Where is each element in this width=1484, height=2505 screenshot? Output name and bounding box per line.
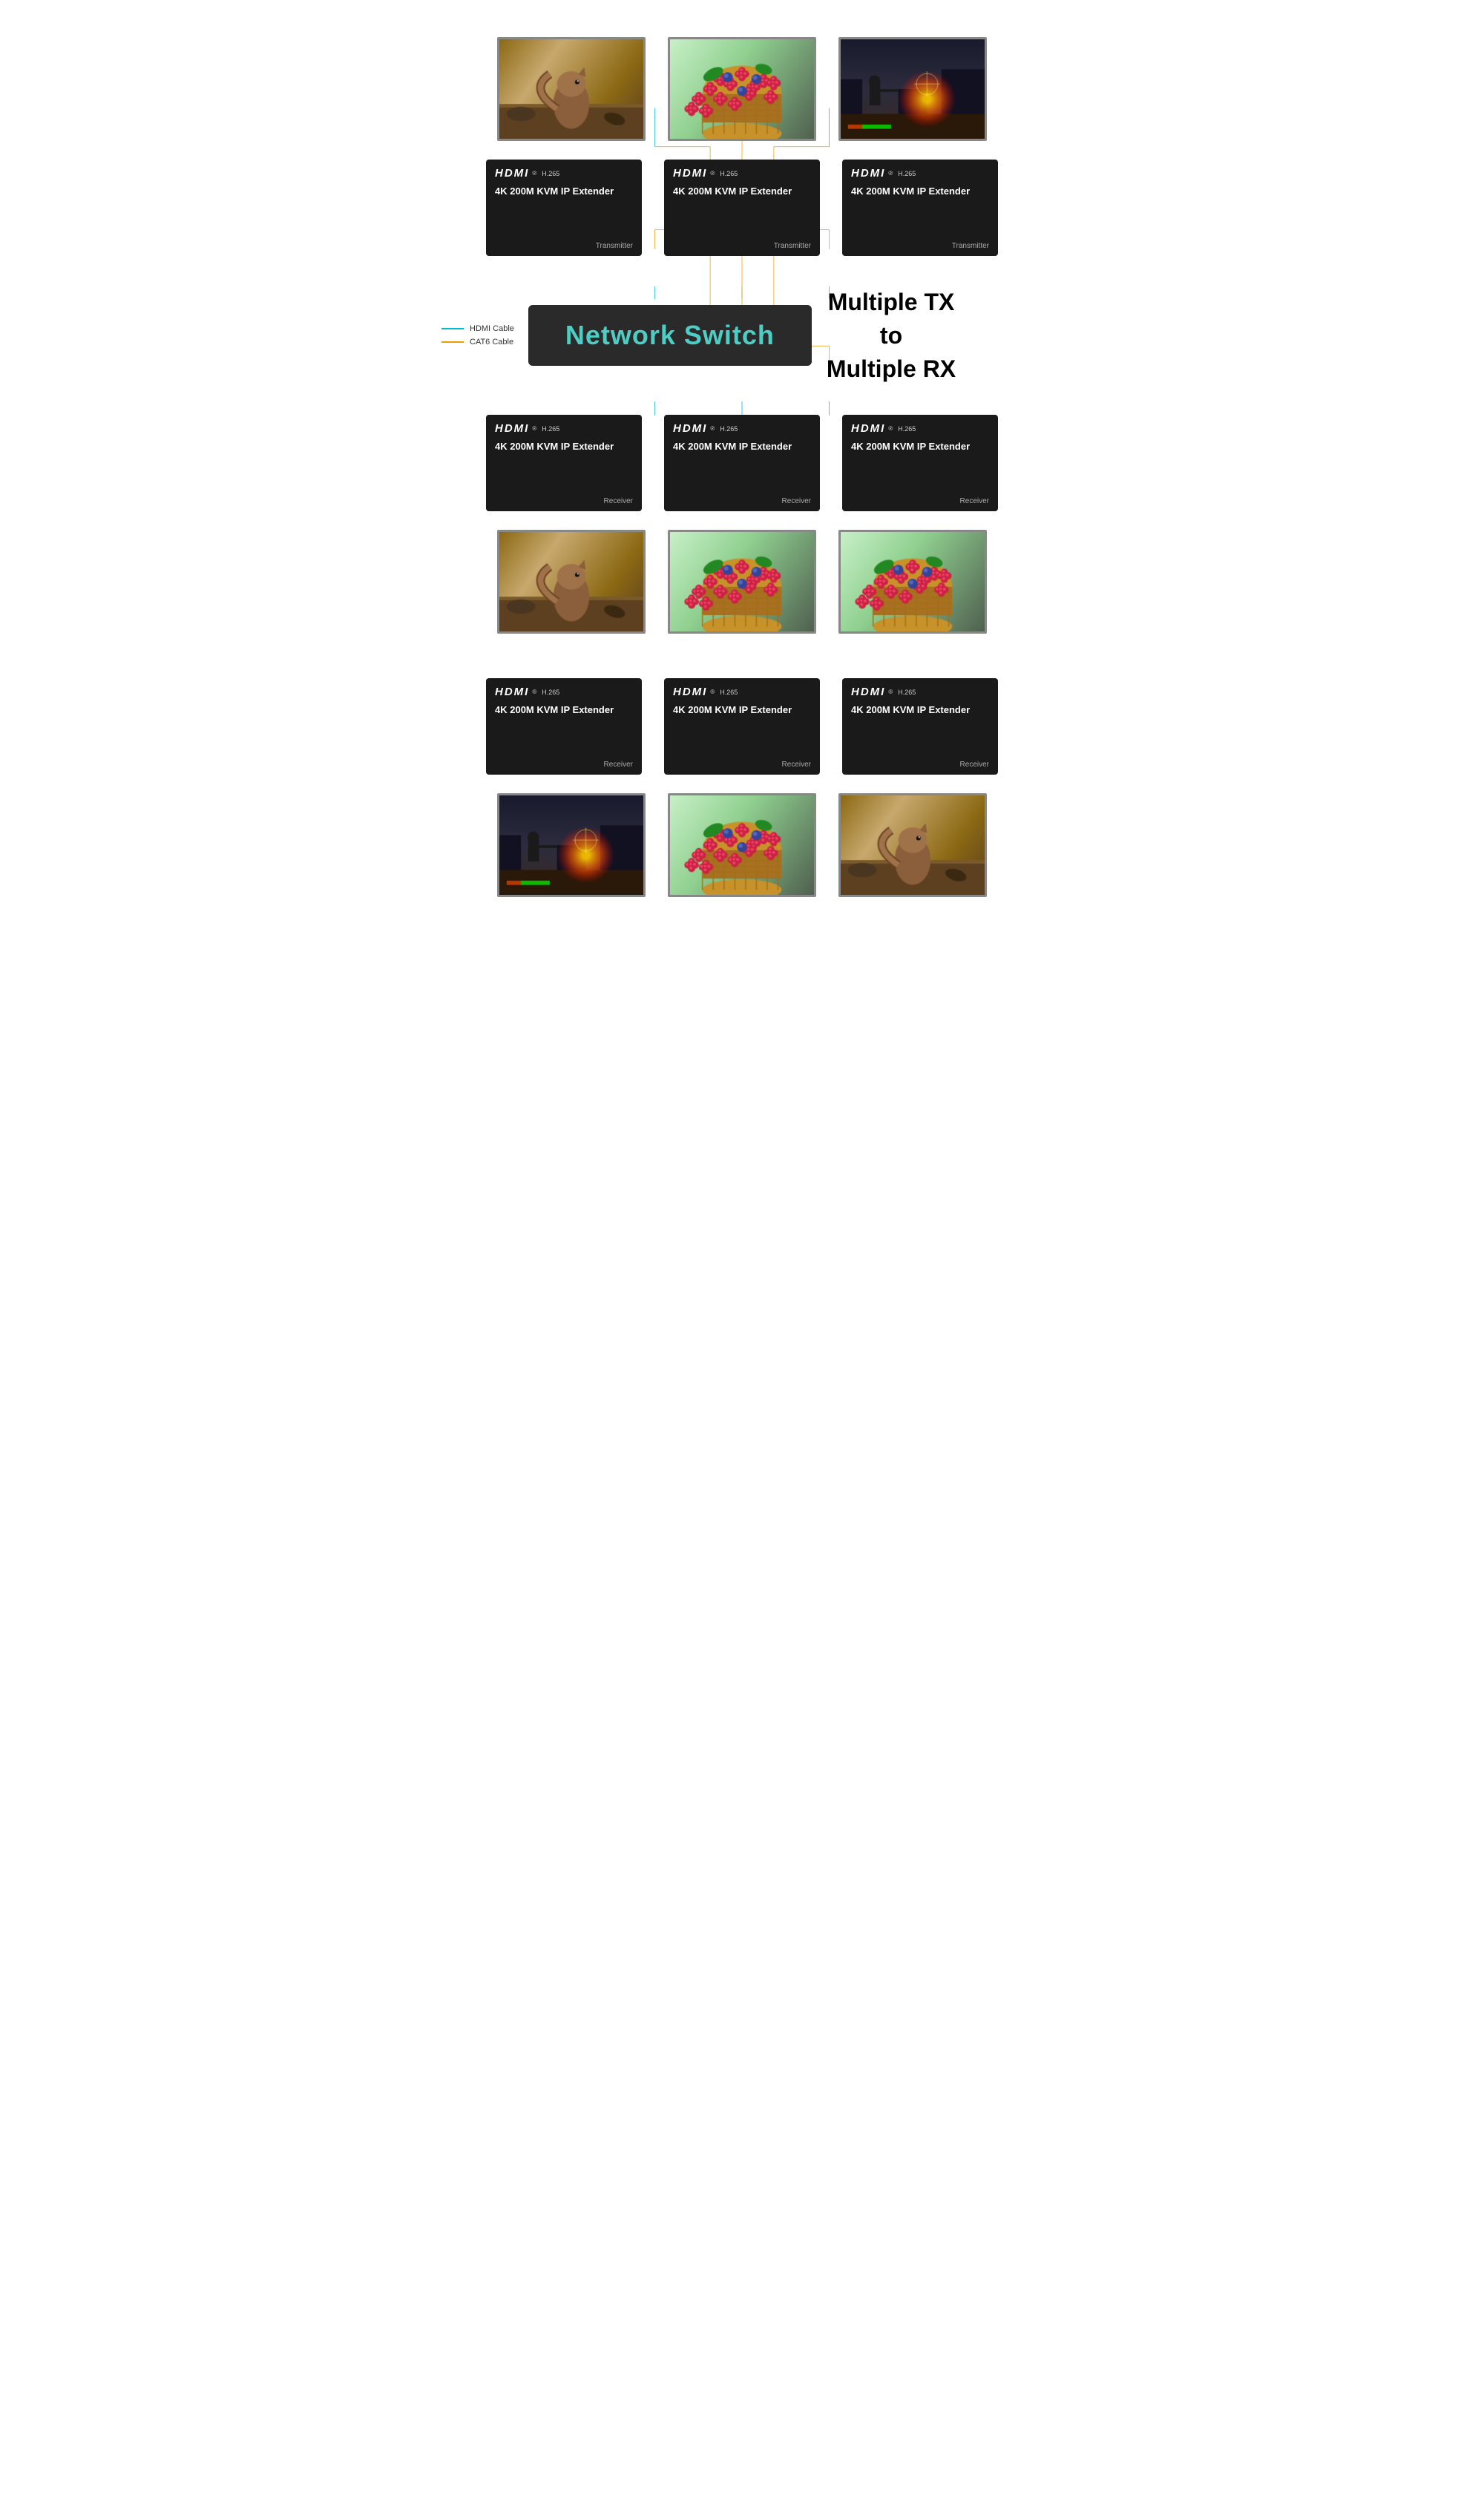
scene-berries-bot <box>670 795 814 895</box>
scene-berries-mid1 <box>670 532 814 631</box>
scene-squirrel-bot <box>841 795 985 895</box>
scene-squirrel-mid1 <box>499 532 643 631</box>
hdmi-logo-tx1: Hdmi ® H.265 <box>495 167 633 180</box>
tx-rx-label: Multiple TX to Multiple RX <box>827 286 956 385</box>
receivers-row-2: Hdmi ® H.265 4K 200M KVM IP Extender Rec… <box>430 678 1054 775</box>
monitor-bot-2 <box>668 793 816 897</box>
monitor-top-3 <box>838 37 987 141</box>
extender-role-tx3: Transmitter <box>952 242 989 250</box>
diagram-container: Hdmi ® H.265 4K 200M KVM IP Extender Tra… <box>430 0 1054 934</box>
reg-symbol-tx3: ® <box>888 170 893 177</box>
extender-title-tx2: 4K 200M KVM IP Extender <box>673 186 811 198</box>
extender-rx-1-3: Hdmi ® H.265 4K 200M KVM IP Extender Rec… <box>842 415 998 511</box>
hdmi-logo-rx13: Hdmi ® H.265 <box>851 422 989 435</box>
monitor-bot-1 <box>497 793 646 897</box>
reg-symbol-tx1: ® <box>532 170 536 177</box>
extender-rx-1-1: Hdmi ® H.265 4K 200M KVM IP Extender Rec… <box>486 415 642 511</box>
monitor-mid1-3 <box>838 530 987 634</box>
legend-cat6: CAT6 Cable <box>441 338 514 347</box>
hdmi-logo-tx2: Hdmi ® H.265 <box>673 167 811 180</box>
extender-tx-2: Hdmi ® H.265 4K 200M KVM IP Extender Tra… <box>664 160 820 256</box>
mid-monitors-row-1 <box>430 530 1054 634</box>
hdmi-brand-rx11: Hdmi <box>495 422 529 435</box>
hdmi-brand-tx1: Hdmi <box>495 167 529 180</box>
hdmi-brand-tx2: Hdmi <box>673 167 707 180</box>
tx-rx-line1: Multiple TX <box>827 286 956 319</box>
h265-tx1: H.265 <box>542 170 559 177</box>
scene-berries-mid1-2 <box>841 532 985 631</box>
monitor-top-2 <box>668 37 816 141</box>
extender-role-tx2: Transmitter <box>774 242 811 250</box>
extender-tx-3: Hdmi ® H.265 4K 200M KVM IP Extender Tra… <box>842 160 998 256</box>
scene-game-top <box>841 39 985 139</box>
hdmi-logo-rx12: Hdmi ® H.265 <box>673 422 811 435</box>
network-switch-label: Network Switch <box>565 320 775 351</box>
scene-game-bot <box>499 795 643 895</box>
monitor-mid1-1 <box>497 530 646 634</box>
tx-rx-line2: to <box>827 319 956 352</box>
transmitters-row: Hdmi ® H.265 4K 200M KVM IP Extender Tra… <box>430 160 1054 256</box>
reg-symbol-tx2: ® <box>710 170 715 177</box>
monitor-mid1-2 <box>668 530 816 634</box>
extender-rx-2-1: Hdmi ® H.265 4K 200M KVM IP Extender Rec… <box>486 678 642 775</box>
legend: HDMI Cable CAT6 Cable <box>441 324 514 347</box>
extender-rx-1-2: Hdmi ® H.265 4K 200M KVM IP Extender Rec… <box>664 415 820 511</box>
extender-tx-1: Hdmi ® H.265 4K 200M KVM IP Extender Tra… <box>486 160 642 256</box>
extender-title-tx1: 4K 200M KVM IP Extender <box>495 186 633 198</box>
hdmi-logo-rx11: Hdmi ® H.265 <box>495 422 633 435</box>
switch-row: HDMI Cable CAT6 Cable Network Switch Mul… <box>430 286 1054 385</box>
scene-berries-top <box>670 39 814 139</box>
network-switch-box: Network Switch <box>528 305 812 366</box>
monitor-top-1 <box>497 37 646 141</box>
extender-rx-2-3: Hdmi ® H.265 4K 200M KVM IP Extender Rec… <box>842 678 998 775</box>
h265-tx3: H.265 <box>898 170 916 177</box>
extender-role-tx1: Transmitter <box>596 242 633 250</box>
receivers-row-1: Hdmi ® H.265 4K 200M KVM IP Extender Rec… <box>430 415 1054 511</box>
extender-title-tx3: 4K 200M KVM IP Extender <box>851 186 989 198</box>
h265-tx2: H.265 <box>720 170 738 177</box>
legend-hdmi: HDMI Cable <box>441 324 514 333</box>
extender-rx-2-2: Hdmi ® H.265 4K 200M KVM IP Extender Rec… <box>664 678 820 775</box>
top-monitors-row <box>430 37 1054 141</box>
hdmi-logo-tx3: Hdmi ® H.265 <box>851 167 989 180</box>
scene-squirrel-top <box>499 39 643 139</box>
legend-hdmi-label: HDMI Cable <box>470 324 514 333</box>
bottom-monitors-row <box>430 793 1054 897</box>
hdmi-brand-tx3: Hdmi <box>851 167 885 180</box>
tx-rx-line3: Multiple RX <box>827 352 956 386</box>
monitor-bot-3 <box>838 793 987 897</box>
legend-hdmi-line <box>441 328 464 329</box>
legend-cat6-label: CAT6 Cable <box>470 338 513 347</box>
legend-cat6-line <box>441 341 464 343</box>
